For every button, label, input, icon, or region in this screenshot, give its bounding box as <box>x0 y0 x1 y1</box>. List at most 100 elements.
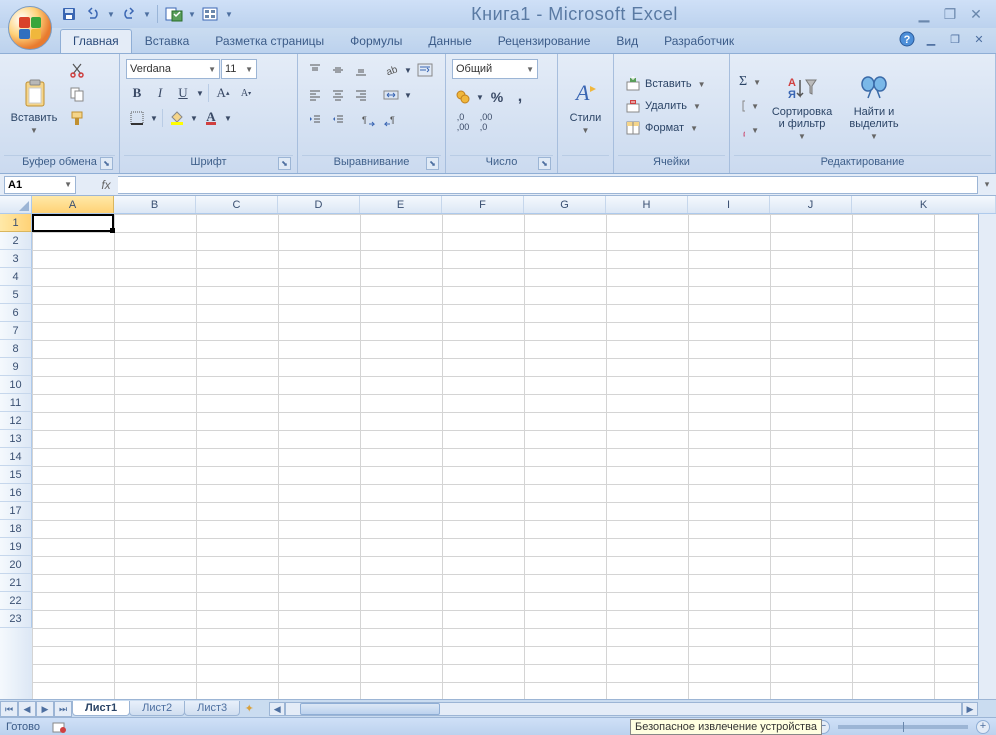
tab-insert[interactable]: Вставка <box>132 29 203 53</box>
col-header[interactable]: C <box>196 196 278 213</box>
cut-icon[interactable] <box>66 59 88 81</box>
number-dialog-launcher[interactable]: ⬊ <box>538 157 551 170</box>
row-header[interactable]: 6 <box>0 304 32 322</box>
tab-view[interactable]: Вид <box>603 29 651 53</box>
hscroll-track[interactable] <box>285 702 962 716</box>
row-header[interactable]: 4 <box>0 268 32 286</box>
increase-indent-icon[interactable] <box>327 109 349 131</box>
row-header[interactable]: 11 <box>0 394 32 412</box>
mdi-minimize-icon[interactable]: ▁ <box>914 5 934 23</box>
row-header[interactable]: 20 <box>0 556 32 574</box>
fill-button[interactable]: ▼ <box>736 95 764 117</box>
row-header[interactable]: 7 <box>0 322 32 340</box>
styles-button[interactable]: A Стили ▼ <box>562 57 609 155</box>
paste-button[interactable]: Вставить ▼ <box>4 57 64 155</box>
decrease-indent-icon[interactable] <box>304 109 326 131</box>
expand-formula-bar[interactable]: ▾ <box>978 179 996 190</box>
row-header[interactable]: 13 <box>0 430 32 448</box>
qat-custom1-dropdown[interactable]: ▼ <box>187 3 197 25</box>
row-header[interactable]: 3 <box>0 250 32 268</box>
tab-formulas[interactable]: Формулы <box>337 29 415 53</box>
grow-font-icon[interactable]: A▴ <box>212 82 234 104</box>
find-select-button[interactable]: Найти и выделить ▼ <box>838 57 910 155</box>
font-size-combo[interactable]: 11▼ <box>221 59 257 79</box>
col-header[interactable]: G <box>524 196 606 213</box>
row-header[interactable]: 5 <box>0 286 32 304</box>
tab-home[interactable]: Главная <box>60 29 132 53</box>
tab-data[interactable]: Данные <box>415 29 484 53</box>
sheet-tab[interactable]: Лист3 <box>184 701 240 716</box>
window-minimize-icon[interactable]: ▁ <box>922 30 940 48</box>
orientation-icon[interactable]: ab <box>380 59 402 81</box>
qat-undo-dropdown[interactable]: ▼ <box>106 3 116 25</box>
row-header[interactable]: 12 <box>0 412 32 430</box>
align-right-icon[interactable] <box>350 84 372 106</box>
align-bottom-icon[interactable] <box>350 59 372 81</box>
qat-customize-dropdown[interactable]: ▼ <box>223 3 235 25</box>
help-icon[interactable]: ? <box>898 30 916 48</box>
vertical-scrollbar[interactable] <box>978 214 996 699</box>
sheet-nav-first[interactable]: ⏮ <box>0 701 18 717</box>
sort-filter-button[interactable]: AЯ Сортировка и фильтр ▼ <box>766 57 838 155</box>
align-center-icon[interactable] <box>327 84 349 106</box>
hscroll-thumb[interactable] <box>300 703 440 715</box>
sheet-tab[interactable]: Лист1 <box>72 701 130 716</box>
window-restore-icon[interactable]: ❐ <box>946 30 964 48</box>
clipboard-dialog-launcher[interactable]: ⬊ <box>100 157 113 170</box>
row-header[interactable]: 21 <box>0 574 32 592</box>
underline-dropdown[interactable]: ▼ <box>195 82 205 104</box>
merge-dropdown[interactable]: ▼ <box>403 84 413 106</box>
autosum-button[interactable]: Σ▼ <box>736 71 764 93</box>
zoom-slider[interactable] <box>838 725 968 729</box>
delete-cells-button[interactable]: Удалить▼ <box>620 95 723 117</box>
office-button[interactable] <box>8 6 52 50</box>
row-header[interactable]: 8 <box>0 340 32 358</box>
col-header[interactable]: H <box>606 196 688 213</box>
row-header[interactable]: 14 <box>0 448 32 466</box>
zoom-in-button[interactable]: + <box>976 720 990 734</box>
sheet-nav-next[interactable]: ▶ <box>36 701 54 717</box>
col-header[interactable]: B <box>114 196 196 213</box>
col-header[interactable]: F <box>442 196 524 213</box>
orientation-dropdown[interactable]: ▼ <box>403 59 413 81</box>
col-header[interactable]: I <box>688 196 770 213</box>
italic-button[interactable]: I <box>149 82 171 104</box>
shrink-font-icon[interactable]: A▾ <box>235 82 257 104</box>
row-header[interactable]: 22 <box>0 592 32 610</box>
col-header[interactable]: J <box>770 196 852 213</box>
sheet-nav-last[interactable]: ⏭ <box>54 701 72 717</box>
name-box[interactable]: A1▼ <box>4 176 76 194</box>
tab-page-layout[interactable]: Разметка страницы <box>202 29 337 53</box>
macro-record-icon[interactable] <box>52 720 68 734</box>
number-format-combo[interactable]: Общий▼ <box>452 59 538 79</box>
new-sheet-button[interactable]: ✦ <box>239 702 259 715</box>
active-cell[interactable] <box>32 214 114 232</box>
align-top-icon[interactable] <box>304 59 326 81</box>
accounting-format-icon[interactable] <box>452 86 474 108</box>
percent-format-icon[interactable]: % <box>486 86 508 108</box>
ltr-icon[interactable]: ¶ <box>357 109 379 131</box>
col-header[interactable]: A <box>32 196 114 213</box>
row-header[interactable]: 23 <box>0 610 32 628</box>
qat-custom2-icon[interactable] <box>199 3 221 25</box>
merge-cells-icon[interactable] <box>380 84 402 106</box>
row-header[interactable]: 16 <box>0 484 32 502</box>
sheet-nav-prev[interactable]: ◀ <box>18 701 36 717</box>
fx-button[interactable]: fx <box>94 178 118 192</box>
align-middle-icon[interactable] <box>327 59 349 81</box>
wrap-text-icon[interactable] <box>414 59 436 81</box>
qat-custom1-icon[interactable] <box>163 3 185 25</box>
row-header[interactable]: 18 <box>0 520 32 538</box>
font-dialog-launcher[interactable]: ⬊ <box>278 157 291 170</box>
align-left-icon[interactable] <box>304 84 326 106</box>
qat-redo-icon[interactable] <box>118 3 140 25</box>
formula-input[interactable] <box>118 176 978 194</box>
increase-decimal-icon[interactable]: ,0,00 <box>452 111 474 133</box>
window-close-icon[interactable]: ✕ <box>970 30 988 48</box>
hscroll-right[interactable]: ▶ <box>962 702 978 716</box>
mdi-restore-icon[interactable]: ❐ <box>940 5 960 23</box>
rtl-icon[interactable]: ¶ <box>380 109 402 131</box>
select-all-corner[interactable] <box>0 196 32 213</box>
fill-color-dropdown[interactable]: ▼ <box>189 107 199 129</box>
alignment-dialog-launcher[interactable]: ⬊ <box>426 157 439 170</box>
